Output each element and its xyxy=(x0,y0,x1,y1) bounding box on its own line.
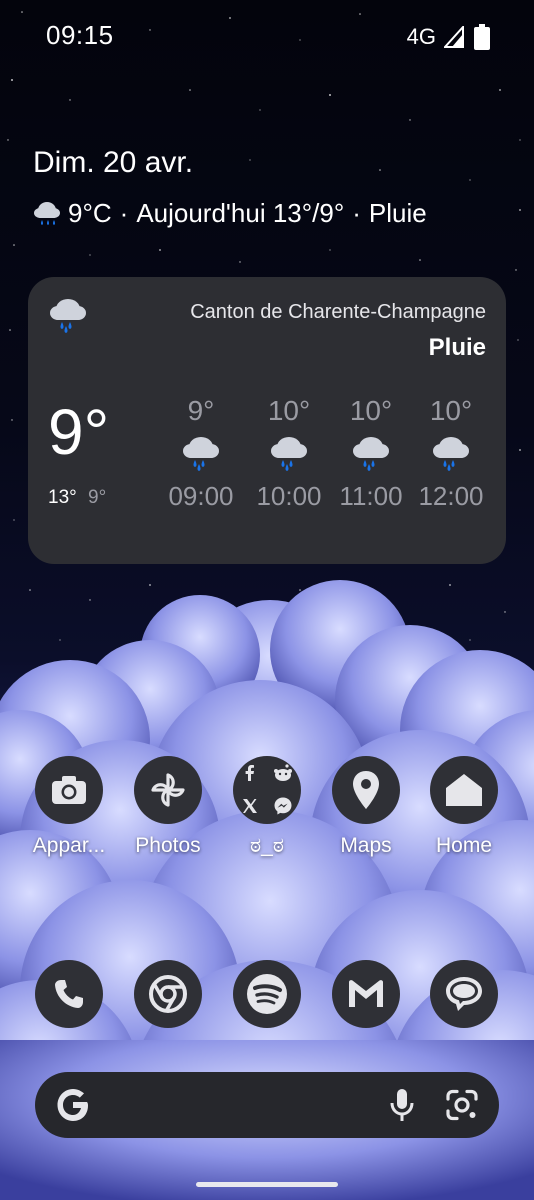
spotify-app-icon[interactable] xyxy=(233,960,301,1028)
rain-cloud-icon xyxy=(353,437,389,471)
weather-low: 9° xyxy=(88,487,107,508)
network-type: 4G xyxy=(406,24,436,49)
spotify-icon xyxy=(247,974,287,1014)
signal-icon xyxy=(444,26,464,48)
photos-app-icon[interactable] xyxy=(134,756,202,824)
weather-location: Canton de Charente-Champagne xyxy=(190,301,486,323)
status-bar: 09:15 4G xyxy=(0,0,534,70)
glance-separator-2: · xyxy=(352,198,361,228)
app-label: Appar... xyxy=(32,834,106,857)
hourly-time: 10:00 xyxy=(256,481,322,511)
weather-high: 13° xyxy=(48,487,77,508)
rain-cloud-icon xyxy=(433,437,469,471)
hourly-time: 12:00 xyxy=(418,481,484,511)
rain-cloud-icon xyxy=(183,437,219,471)
hourly-time: 09:00 xyxy=(168,481,234,511)
at-a-glance-date[interactable]: Dim. 20 avr. xyxy=(33,146,193,180)
gmail-app-icon[interactable] xyxy=(332,960,400,1028)
gesture-nav-bar[interactable] xyxy=(196,1182,338,1187)
chrome-icon xyxy=(149,975,187,1013)
chrome-app-icon[interactable] xyxy=(134,960,202,1028)
dock-phone[interactable] xyxy=(19,960,119,1028)
at-a-glance-weather[interactable]: 9°C · Aujourd'hui 13°/9° · Pluie xyxy=(32,198,427,229)
phone-icon xyxy=(55,980,83,1008)
dock-spotify[interactable] xyxy=(217,960,317,1028)
lens-icon[interactable] xyxy=(445,1089,479,1121)
home-app-icon[interactable] xyxy=(430,756,498,824)
map-pin-icon xyxy=(353,771,379,809)
app-folder[interactable]: ಠ_ಠ xyxy=(217,756,317,858)
facebook-icon xyxy=(237,760,263,786)
battery-icon xyxy=(474,24,490,50)
glance-condition: Pluie xyxy=(368,198,427,228)
folder-icon[interactable] xyxy=(233,756,301,824)
camera-app-icon[interactable] xyxy=(35,756,103,824)
hourly-temp: 10° xyxy=(349,395,393,426)
glance-current-temp: 9°C xyxy=(68,198,112,228)
mic-icon[interactable] xyxy=(389,1088,415,1122)
rain-cloud-icon xyxy=(271,437,307,471)
camera-icon xyxy=(52,776,86,804)
phone-app-icon[interactable] xyxy=(35,960,103,1028)
weather-current-temp: 9° xyxy=(48,396,110,468)
app-photos[interactable]: Photos xyxy=(118,756,218,858)
hourly-forecast-item: 9° 09:00 xyxy=(156,395,246,512)
hourly-temp: 10° xyxy=(267,395,311,426)
rain-cloud-icon xyxy=(34,201,60,225)
hourly-forecast-item: 10° 12:00 xyxy=(406,395,496,512)
weather-widget[interactable]: Canton de Charente-Champagne Pluie 9° 13… xyxy=(28,277,506,564)
rain-cloud-icon xyxy=(50,299,86,333)
hourly-forecast-item: 10° 11:00 xyxy=(326,395,416,512)
messages-app-icon[interactable] xyxy=(430,960,498,1028)
messenger-icon xyxy=(270,793,296,819)
messages-icon xyxy=(446,977,482,1011)
dock-gmail[interactable] xyxy=(316,960,416,1028)
hourly-time: 11:00 xyxy=(339,481,403,511)
glance-separator: · xyxy=(119,198,129,228)
maps-app-icon[interactable] xyxy=(332,756,400,824)
hourly-temp: 10° xyxy=(429,395,473,426)
google-g-icon xyxy=(57,1089,88,1121)
gmail-icon xyxy=(349,980,383,1007)
app-label: ಠ_ಠ xyxy=(250,834,284,857)
hourly-temp: 9° xyxy=(187,395,215,426)
app-label: Maps xyxy=(340,834,392,857)
x-twitter-icon xyxy=(237,793,263,819)
dock-chrome[interactable] xyxy=(118,960,218,1028)
glance-forecast: Aujourd'hui 13°/9° xyxy=(136,198,345,228)
pinwheel-icon xyxy=(151,773,185,807)
hourly-forecast-item: 10° 10:00 xyxy=(244,395,334,512)
app-home[interactable]: Home xyxy=(414,756,514,858)
app-label: Home xyxy=(435,834,493,857)
dock-messages[interactable] xyxy=(414,960,514,1028)
app-maps[interactable]: Maps xyxy=(316,756,416,858)
clock: 09:15 xyxy=(46,20,114,50)
home-icon xyxy=(446,774,482,806)
google-search-bar[interactable] xyxy=(35,1072,499,1138)
app-camera[interactable]: Appar... xyxy=(19,756,119,858)
app-label: Photos xyxy=(135,834,201,857)
reddit-icon xyxy=(270,760,296,786)
weather-condition: Pluie xyxy=(428,334,486,361)
